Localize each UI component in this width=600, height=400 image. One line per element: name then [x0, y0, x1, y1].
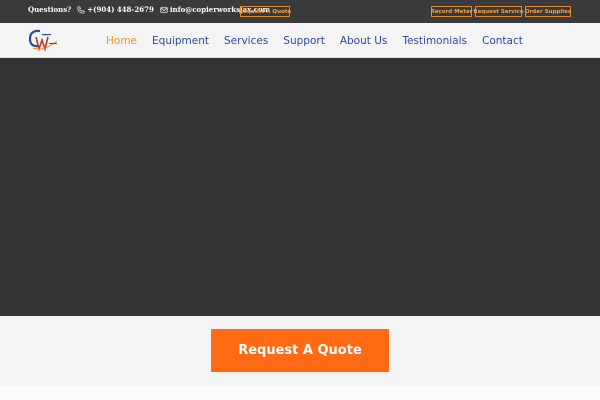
content-strip [0, 386, 600, 400]
nav-support[interactable]: Support [283, 35, 325, 47]
nav-services[interactable]: Services [224, 35, 268, 47]
phone-number: +(904) 448-2679 [87, 5, 154, 14]
request-quote-button[interactable]: Request A Quote [211, 329, 389, 372]
phone-icon [77, 5, 85, 14]
order-supplies-button[interactable]: Order Supplies [525, 6, 571, 17]
questions-label: Questions? [28, 5, 72, 14]
main-navbar: Home Equipment Services Support About Us… [0, 23, 600, 58]
nav-equipment[interactable]: Equipment [152, 35, 209, 47]
hero-banner [0, 58, 600, 316]
copierworks-logo[interactable] [27, 28, 59, 52]
nav-testimonials[interactable]: Testimonials [402, 35, 467, 47]
cta-section: Request A Quote [0, 316, 600, 386]
record-meter-button[interactable]: Record Meter [431, 6, 472, 17]
request-quote-top-button[interactable]: Request A Quote [239, 6, 291, 17]
request-service-button[interactable]: Request Service [473, 6, 524, 17]
phone-link[interactable]: +(904) 448-2679 [77, 5, 154, 14]
nav-contact[interactable]: Contact [482, 35, 523, 47]
nav-about-us[interactable]: About Us [340, 35, 388, 47]
primary-nav: Home Equipment Services Support About Us… [106, 23, 538, 58]
top-bar: Questions? +(904) 448-2679 info@copierwo… [0, 0, 600, 23]
envelope-icon [160, 6, 168, 13]
nav-home[interactable]: Home [106, 35, 137, 47]
